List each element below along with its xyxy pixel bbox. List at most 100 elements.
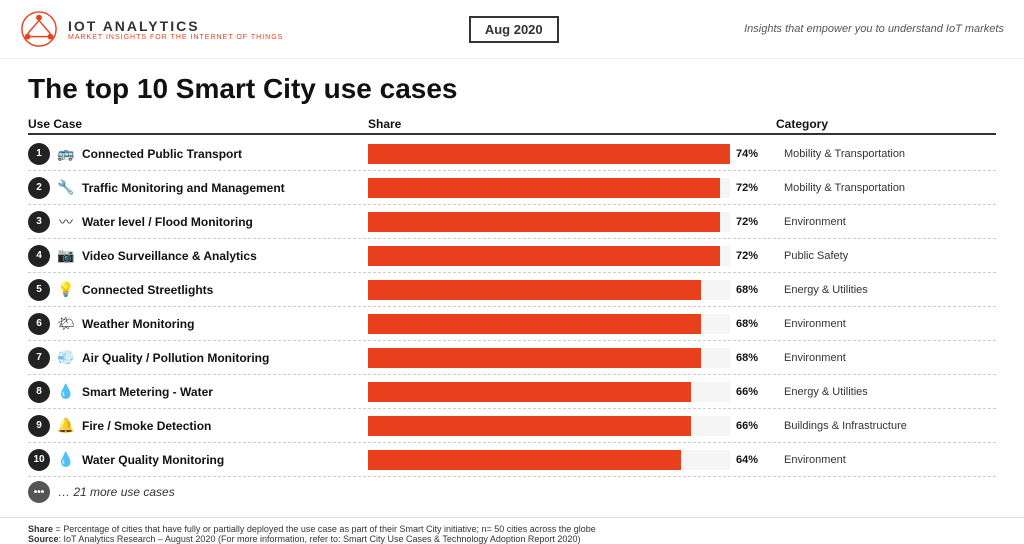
category-cell: Energy & Utilities (776, 284, 996, 296)
use-case-icon: 📷 (57, 247, 75, 264)
use-case-icon: 🌤 (57, 315, 75, 332)
bar-bg (368, 382, 730, 402)
bar-cell: 68% (368, 348, 776, 368)
bar-bg (368, 314, 730, 334)
header-tagline: Insights that empower you to understand … (744, 23, 1004, 35)
more-badge: ••• (28, 481, 50, 503)
bar-pct: 72% (736, 250, 766, 262)
table-row: 2 🔧 Traffic Monitoring and Management 72… (28, 171, 996, 205)
logo-area: IOT ANALYTICS MARKET INSIGHTS FOR THE IN… (20, 10, 283, 48)
main-container: IOT ANALYTICS MARKET INSIGHTS FOR THE IN… (0, 0, 1024, 533)
table-row: 6 🌤 Weather Monitoring 68% Environment (28, 307, 996, 341)
logo-title: IOT ANALYTICS (68, 18, 283, 34)
main-content: The top 10 Smart City use cases Use Case… (0, 59, 1024, 515)
bar-pct: 68% (736, 352, 766, 364)
use-case-name: Water level / Flood Monitoring (82, 215, 253, 229)
use-case-name: Connected Public Transport (82, 147, 242, 161)
data-table: Use Case Share Category 1 🚌 Connected Pu… (28, 115, 996, 507)
use-case-icon: 🔔 (57, 417, 75, 434)
bar-bg (368, 280, 730, 300)
bar-pct: 72% (736, 216, 766, 228)
table-row: 5 💡 Connected Streetlights 68% Energy & … (28, 273, 996, 307)
bar-bg (368, 450, 730, 470)
category-cell: Environment (776, 454, 996, 466)
use-case-icon: 〰 (57, 212, 75, 232)
use-case-icon: 💨 (57, 349, 75, 366)
bar-cell: 66% (368, 382, 776, 402)
use-case-name: Video Surveillance & Analytics (82, 249, 257, 263)
bar-pct: 64% (736, 454, 766, 466)
table-row: 9 🔔 Fire / Smoke Detection 66% Buildings… (28, 409, 996, 443)
category-cell: Environment (776, 216, 996, 228)
bar-cell: 68% (368, 314, 776, 334)
category-cell: Public Safety (776, 250, 996, 262)
bar-bg (368, 144, 730, 164)
use-case-cell: 2 🔧 Traffic Monitoring and Management (28, 177, 368, 199)
bar-bg (368, 246, 730, 266)
bar-pct: 74% (736, 148, 766, 160)
footer: Share = Percentage of cities that have f… (0, 517, 1024, 544)
use-case-icon: 💧 (57, 383, 75, 400)
col-header-share: Share (368, 117, 776, 131)
use-case-name: Traffic Monitoring and Management (82, 181, 285, 195)
bar-cell: 72% (368, 212, 776, 232)
bar-fill (368, 246, 720, 266)
rank-badge: 6 (28, 313, 50, 335)
bar-bg (368, 348, 730, 368)
use-case-cell: 5 💡 Connected Streetlights (28, 279, 368, 301)
bar-fill (368, 416, 691, 436)
table-row: 7 💨 Air Quality / Pollution Monitoring 6… (28, 341, 996, 375)
rank-badge: 3 (28, 211, 50, 233)
page-title: The top 10 Smart City use cases (28, 73, 996, 105)
bar-bg (368, 212, 730, 232)
bar-fill (368, 314, 701, 334)
more-row: ••• … 21 more use cases (28, 477, 996, 507)
more-text: … 21 more use cases (58, 485, 175, 499)
use-case-name: Fire / Smoke Detection (82, 419, 211, 433)
category-cell: Environment (776, 352, 996, 364)
logo-subtitle: MARKET INSIGHTS FOR THE INTERNET OF THIN… (68, 34, 283, 41)
use-case-cell: 9 🔔 Fire / Smoke Detection (28, 415, 368, 437)
use-case-name: Weather Monitoring (82, 317, 194, 331)
use-case-cell: 7 💨 Air Quality / Pollution Monitoring (28, 347, 368, 369)
bar-pct: 72% (736, 182, 766, 194)
bar-pct: 68% (736, 318, 766, 330)
table-rows: 1 🚌 Connected Public Transport 74% Mobil… (28, 137, 996, 477)
table-row: 3 〰 Water level / Flood Monitoring 72% E… (28, 205, 996, 239)
logo-icon (20, 10, 58, 48)
table-row: 10 💧 Water Quality Monitoring 64% Enviro… (28, 443, 996, 477)
date-badge: Aug 2020 (469, 16, 559, 43)
bar-cell: 74% (368, 144, 776, 164)
bar-bg (368, 178, 730, 198)
use-case-cell: 4 📷 Video Surveillance & Analytics (28, 245, 368, 267)
source-label: Source (28, 534, 59, 544)
rank-badge: 8 (28, 381, 50, 403)
col-header-usecase: Use Case (28, 117, 368, 131)
table-header: Use Case Share Category (28, 115, 996, 135)
bar-pct: 66% (736, 420, 766, 432)
bar-bg (368, 416, 730, 436)
bar-pct: 66% (736, 386, 766, 398)
bar-fill (368, 212, 720, 232)
bar-cell: 66% (368, 416, 776, 436)
rank-badge: 5 (28, 279, 50, 301)
category-cell: Energy & Utilities (776, 386, 996, 398)
bar-cell: 64% (368, 450, 776, 470)
use-case-name: Connected Streetlights (82, 283, 213, 297)
category-cell: Buildings & Infrastructure (776, 420, 996, 432)
table-row: 8 💧 Smart Metering - Water 66% Energy & … (28, 375, 996, 409)
use-case-icon: 🚌 (57, 145, 75, 162)
rank-badge: 1 (28, 143, 50, 165)
use-case-icon: 💧 (57, 451, 75, 468)
use-case-cell: 10 💧 Water Quality Monitoring (28, 449, 368, 471)
bar-fill (368, 178, 720, 198)
bar-fill (368, 348, 701, 368)
bar-fill (368, 450, 681, 470)
header: IOT ANALYTICS MARKET INSIGHTS FOR THE IN… (0, 0, 1024, 59)
use-case-cell: 3 〰 Water level / Flood Monitoring (28, 211, 368, 233)
use-case-icon: 🔧 (57, 179, 75, 196)
bar-cell: 68% (368, 280, 776, 300)
use-case-name: Air Quality / Pollution Monitoring (82, 351, 269, 365)
bar-cell: 72% (368, 246, 776, 266)
logo-text: IOT ANALYTICS MARKET INSIGHTS FOR THE IN… (68, 18, 283, 41)
